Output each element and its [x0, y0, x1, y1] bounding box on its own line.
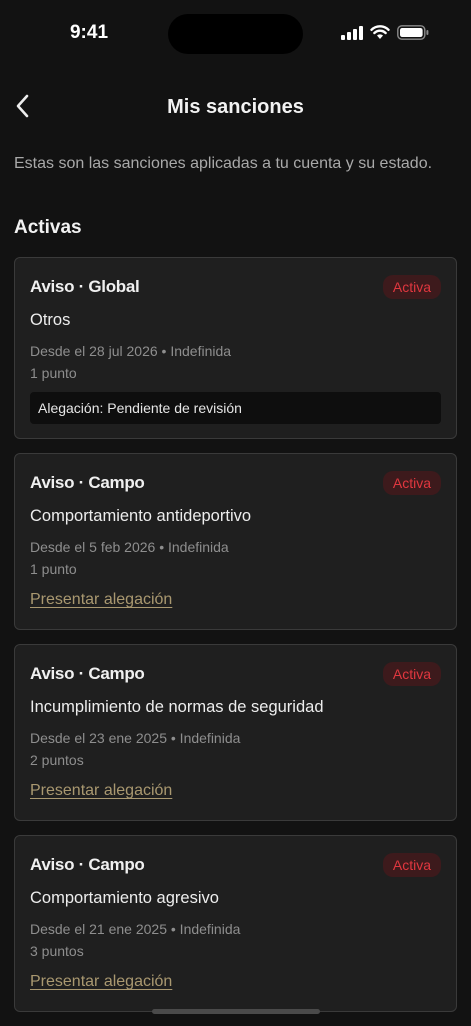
sanction-kind: Aviso · Campo: [30, 855, 145, 874]
sanction-points: 2 puntos: [30, 752, 84, 768]
sanction-card: Aviso · Campo Activa Incumplimiento de n…: [14, 644, 457, 821]
battery-icon: [397, 25, 429, 40]
submit-allegation-link[interactable]: Presentar alegación: [30, 591, 172, 609]
status-time: 9:41: [69, 22, 109, 43]
sanction-reason: Otros: [30, 311, 71, 329]
status-bar: 9:41: [0, 0, 471, 70]
sanction-card: Aviso · Campo Activa Comportamiento agre…: [14, 835, 457, 1012]
allegation-status: Alegación: Pendiente de revisión: [30, 392, 441, 424]
sanction-since: Desde el 21 ene 2025 • Indefinida: [30, 921, 241, 937]
home-indicator: [152, 1009, 320, 1014]
intro-text: Estas son las sanciones aplicadas a tu c…: [14, 155, 433, 172]
submit-allegation-link[interactable]: Presentar alegación: [30, 973, 172, 991]
cellular-signal-icon: [341, 25, 363, 40]
sanction-since: Desde el 5 feb 2026 • Indefinida: [30, 539, 229, 555]
chevron-left-icon: [15, 94, 29, 123]
sanction-since: Desde el 23 ene 2025 • Indefinida: [30, 730, 241, 746]
sanction-card: Aviso · Campo Activa Comportamiento anti…: [14, 453, 457, 630]
submit-allegation-link[interactable]: Presentar alegación: [30, 782, 172, 800]
sanction-points: 1 punto: [30, 561, 77, 577]
sanction-reason: Incumplimiento de normas de seguridad: [30, 698, 324, 716]
dynamic-island: [168, 14, 303, 54]
sanction-since: Desde el 28 jul 2026 • Indefinida: [30, 343, 232, 359]
sanction-reason: Comportamiento antideportivo: [30, 507, 252, 525]
sanctions-list: Aviso · Global Activa Otros Desde el 28 …: [14, 257, 457, 1026]
page-title: Mis sanciones: [167, 96, 304, 118]
status-badge: Activa: [382, 275, 441, 299]
wifi-icon: [370, 25, 390, 40]
sanction-points: 1 punto: [30, 365, 77, 381]
sanction-kind: Aviso · Campo: [30, 664, 145, 683]
sanction-points: 3 puntos: [30, 943, 84, 959]
sanction-kind: Aviso · Global: [30, 277, 140, 296]
status-badge: Activa: [382, 853, 441, 877]
section-title-active: Activas: [14, 217, 82, 238]
sanction-card: Aviso · Global Activa Otros Desde el 28 …: [14, 257, 457, 439]
sanction-reason: Comportamiento agresivo: [30, 889, 219, 907]
status-badge: Activa: [382, 662, 441, 686]
sanction-kind: Aviso · Campo: [30, 473, 145, 492]
status-icons: [341, 25, 429, 40]
nav-bar: Mis sanciones: [0, 84, 471, 132]
status-badge: Activa: [382, 471, 441, 495]
back-button[interactable]: [0, 84, 44, 132]
